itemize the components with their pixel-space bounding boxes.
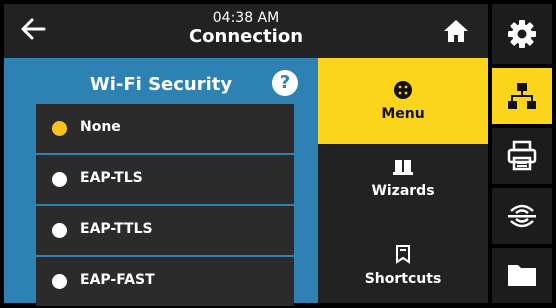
sidebar-item-rfid[interactable] bbox=[492, 188, 552, 244]
help-icon[interactable]: ? bbox=[272, 70, 298, 96]
option-eap-tls[interactable]: EAP-TLS bbox=[36, 155, 294, 204]
radio-selected-icon bbox=[52, 121, 67, 136]
option-none[interactable]: None bbox=[36, 104, 294, 153]
sidebar-item-print[interactable] bbox=[492, 128, 552, 184]
printer-screen: 04:38 AM Connection Wi-Fi Security ? Non… bbox=[4, 4, 552, 306]
radio-icon bbox=[52, 223, 67, 238]
shortcuts-label: Shortcuts bbox=[364, 271, 442, 287]
option-label: EAP-FAST bbox=[80, 272, 155, 288]
book-icon bbox=[393, 160, 413, 175]
wizards-button[interactable]: Wizards bbox=[318, 144, 488, 225]
wifi-security-panel: Wi-Fi Security ? None EAP-TLS EAP-TTLS E… bbox=[4, 58, 318, 306]
option-label: None bbox=[80, 119, 121, 135]
page-title: Connection bbox=[188, 26, 304, 47]
menu-grid-icon bbox=[394, 81, 412, 99]
home-icon[interactable] bbox=[442, 18, 470, 44]
radio-icon bbox=[52, 274, 67, 289]
wizards-label: Wizards bbox=[371, 183, 435, 199]
option-label: EAP-TLS bbox=[80, 170, 143, 186]
shortcuts-button[interactable]: Shortcuts bbox=[318, 223, 488, 303]
menu-column: Menu Wizards Shortcuts bbox=[318, 58, 488, 303]
settings-gear-icon bbox=[508, 20, 536, 48]
clock-time: 04:38 AM bbox=[212, 10, 280, 26]
sidebar-item-network[interactable] bbox=[492, 68, 552, 124]
folder-icon bbox=[508, 265, 536, 286]
panel-title: Wi-Fi Security bbox=[89, 74, 233, 95]
right-sidebar bbox=[492, 4, 552, 303]
option-eap-fast[interactable]: EAP-FAST bbox=[36, 257, 294, 306]
header-bar: 04:38 AM Connection bbox=[4, 4, 488, 58]
option-eap-ttls[interactable]: EAP-TTLS bbox=[36, 206, 294, 255]
menu-button[interactable]: Menu bbox=[318, 58, 488, 146]
sidebar-item-files[interactable] bbox=[492, 248, 552, 303]
network-icon bbox=[508, 83, 536, 109]
option-label: EAP-TTLS bbox=[80, 221, 153, 237]
security-options-list: None EAP-TLS EAP-TTLS EAP-FAST bbox=[36, 104, 294, 308]
menu-label: Menu bbox=[381, 106, 425, 122]
rfid-icon bbox=[508, 204, 536, 228]
bookmark-icon bbox=[396, 245, 410, 264]
radio-icon bbox=[52, 172, 67, 187]
sidebar-item-settings[interactable] bbox=[492, 4, 552, 64]
printer-icon bbox=[507, 140, 537, 171]
